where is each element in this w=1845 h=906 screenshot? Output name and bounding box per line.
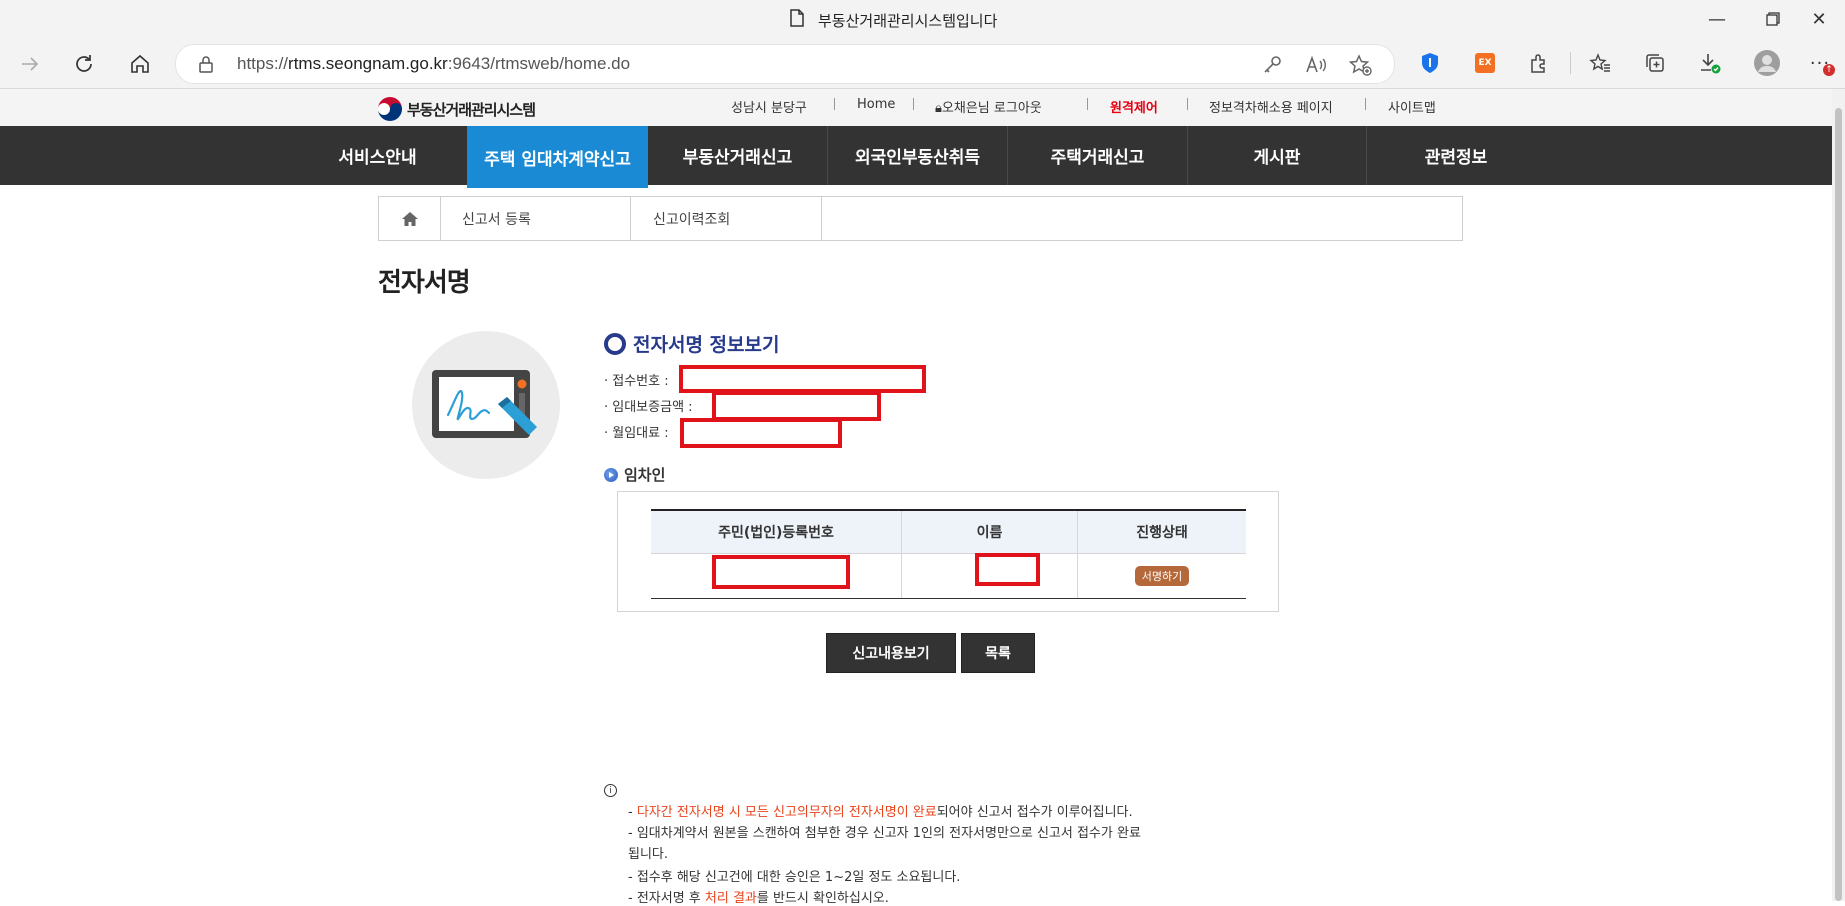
collections-icon[interactable] xyxy=(1641,49,1669,77)
add-favorite-icon[interactable] xyxy=(1348,53,1372,77)
toolbar-divider xyxy=(1570,52,1571,74)
nav-lease-report[interactable]: 주택 임대차계약신고 xyxy=(467,126,648,188)
read-aloud-icon[interactable] xyxy=(1304,53,1328,77)
forward-icon[interactable] xyxy=(14,48,46,80)
lock-small-icon: 🔒︎ xyxy=(935,101,942,116)
subnav-home[interactable] xyxy=(379,197,441,240)
cell-status: 서명하기 xyxy=(1077,553,1246,599)
redaction-box xyxy=(712,555,850,589)
nav-board[interactable]: 게시판 xyxy=(1188,126,1366,185)
scrollbar-thumb[interactable] xyxy=(1835,108,1842,901)
document-icon xyxy=(790,9,804,27)
info-icon: i xyxy=(604,784,617,797)
puzzle-extensions-icon[interactable] xyxy=(1525,49,1553,77)
url-text[interactable]: https://rtms.seongnam.go.kr:9643/rtmsweb… xyxy=(237,54,630,74)
tenant-table-box: 주민(법인)등록번호 이름 진행상태 오 서명하기 xyxy=(617,491,1279,612)
subnav-history[interactable]: 신고이력조회 xyxy=(631,197,822,240)
site-logo[interactable]: 부동산거래관리시스템 xyxy=(377,96,536,122)
sign-badge[interactable]: 서명하기 xyxy=(1134,566,1190,586)
blue-arrow-bullet-icon xyxy=(604,467,618,482)
subnav-register[interactable]: 신고서 등록 xyxy=(440,197,631,240)
browser-titlebar: 부동산거래관리시스템입니다 — ✕ xyxy=(0,0,1845,38)
util-region: 성남시 분당구 xyxy=(731,101,807,116)
shield-extension-icon[interactable] xyxy=(1416,49,1444,77)
notice-line-3: - 접수후 해당 신고건에 대한 승인은 1~2일 정도 소요됩니다. xyxy=(628,870,961,885)
nav-foreigner-acquisition[interactable]: 외국인부동산취득 xyxy=(828,126,1007,185)
redaction-box xyxy=(975,553,1040,586)
address-bar[interactable]: https://rtms.seongnam.go.kr:9643/rtmsweb… xyxy=(175,44,1395,84)
home-icon[interactable] xyxy=(124,48,156,80)
key-icon[interactable] xyxy=(1261,53,1285,77)
circle-bullet-icon xyxy=(604,332,626,355)
browser-toolbar: https://rtms.seongnam.go.kr:9643/rtmsweb… xyxy=(0,38,1845,89)
more-options-icon[interactable]: ··· ↑ xyxy=(1806,49,1835,77)
util-remote-control-link[interactable]: 원격제어 xyxy=(1110,97,1158,116)
column-header-name: 이름 xyxy=(901,509,1078,554)
downloads-icon[interactable] xyxy=(1696,49,1724,77)
redaction-box xyxy=(680,418,842,448)
minimize-icon[interactable]: — xyxy=(1694,6,1740,32)
util-logout-link[interactable]: 🔒︎오채은님 로그아웃 xyxy=(935,97,1042,116)
column-header-id: 주민(법인)등록번호 xyxy=(651,509,902,554)
home-icon[interactable] xyxy=(401,211,419,227)
refresh-icon[interactable] xyxy=(68,48,100,80)
notice-block: i xyxy=(604,784,617,797)
lock-icon[interactable] xyxy=(198,55,214,73)
redaction-box xyxy=(712,391,881,421)
ex-extension-icon[interactable]: EX xyxy=(1471,49,1499,77)
profile-avatar-icon[interactable] xyxy=(1753,49,1781,77)
signature-tablet-icon xyxy=(432,370,537,438)
close-icon[interactable]: ✕ xyxy=(1796,6,1842,32)
util-home-link[interactable]: Home xyxy=(857,97,895,112)
list-button[interactable]: 목록 xyxy=(961,633,1035,673)
sub-nav: 신고서 등록 신고이력조회 xyxy=(378,196,1463,241)
korea-emblem-icon xyxy=(378,97,402,121)
view-report-button[interactable]: 신고내용보기 xyxy=(826,633,956,673)
receipt-number-label: · 접수번호 : xyxy=(604,374,669,389)
site-utility-bar: 부동산거래관리시스템 성남시 분당구 Home 🔒︎오채은님 로그아웃 원격제어… xyxy=(0,89,1845,126)
redaction-box xyxy=(679,365,926,393)
section-title: 전자서명 정보보기 xyxy=(604,330,779,357)
tenant-title: 임차인 xyxy=(604,464,665,485)
column-header-status: 진행상태 xyxy=(1077,509,1246,554)
table-header-row: 주민(법인)등록번호 이름 진행상태 xyxy=(651,509,1246,554)
restore-icon[interactable] xyxy=(1750,6,1796,32)
util-sitemap-link[interactable]: 사이트맵 xyxy=(1388,97,1436,116)
monthly-rent-label: · 월임대료 : xyxy=(604,426,669,441)
nav-service-info[interactable]: 서비스안내 xyxy=(310,126,445,185)
deposit-amount-label: · 임대보증금액 : xyxy=(604,400,693,415)
nav-housing-report[interactable]: 주택거래신고 xyxy=(1008,126,1187,185)
window-title: 부동산거래관리시스템입니다 xyxy=(818,12,998,30)
notice-line-2b: 됩니다. xyxy=(628,847,669,862)
notice-line-4: - 전자서명 후 처리 결과를 반드시 확인하십시오. xyxy=(628,891,889,906)
nav-realestate-report[interactable]: 부동산거래신고 xyxy=(648,126,827,185)
favorites-icon[interactable] xyxy=(1586,49,1614,77)
logo-text: 부동산거래관리시스템 xyxy=(407,100,536,119)
notice-line-2: - 임대차계약서 원본을 스캔하여 첨부한 경우 신고자 1인의 전자서명만으로… xyxy=(628,826,1141,841)
util-accessibility-link[interactable]: 정보격차해소용 페이지 xyxy=(1209,97,1333,116)
nav-related-info[interactable]: 관련정보 xyxy=(1367,126,1545,185)
page-title: 전자서명 xyxy=(378,268,471,298)
global-nav: 서비스안내 주택 임대차계약신고 부동산거래신고 외국인부동산취득 주택거래신고… xyxy=(0,126,1845,188)
notice-line-1: - 다자간 전자서명 시 모든 신고의무자의 전자서명이 완료되어야 신고서 접… xyxy=(628,805,1133,820)
signature-illustration xyxy=(412,331,560,479)
